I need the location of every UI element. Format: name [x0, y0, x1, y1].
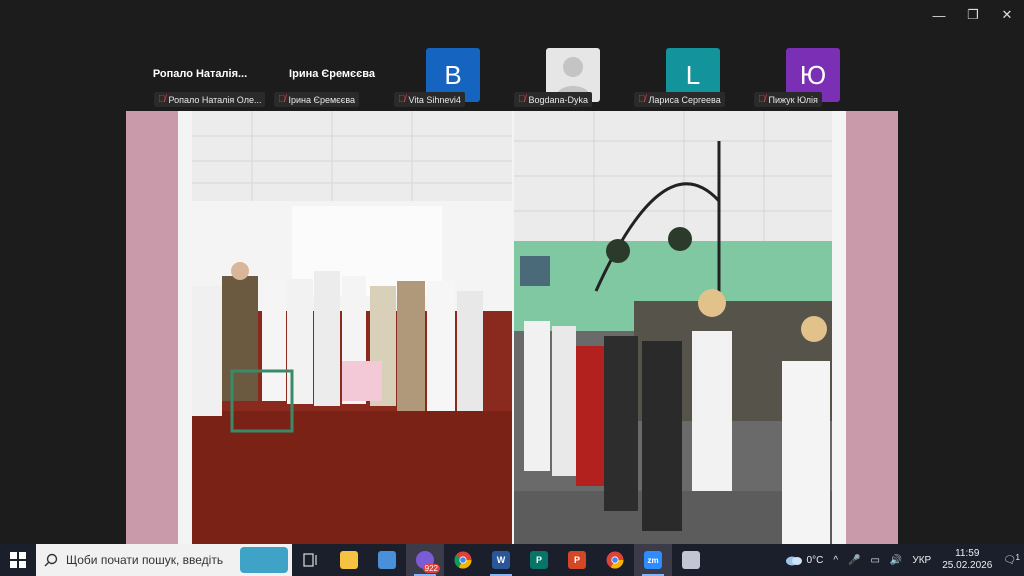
participant-label-text: Пижук Юлія: [768, 94, 818, 105]
participant-label: 🎙̸ Пижук Юлія: [754, 92, 822, 107]
chrome-button[interactable]: [444, 544, 482, 576]
search-highlight-icon: [240, 547, 288, 573]
search-placeholder: Щоби почати пошук, введіть: [66, 553, 224, 567]
network-icon[interactable]: ▭: [865, 555, 884, 566]
viber-button[interactable]: 922: [406, 544, 444, 576]
taskbar: Щоби почати пошук, введіть 922 W P P zm …: [0, 544, 1024, 576]
participant-label-text: Bogdana-Dyka: [528, 94, 589, 105]
zoom-icon: zm: [644, 551, 662, 569]
participant-display-name: Ропало Наталія...: [152, 68, 248, 80]
system-tray: 0°C ^ 🎤 ▭ 🔊 УКР 11:59 25.02.2026 🗨 1: [780, 544, 1024, 576]
restore-button[interactable]: ❐: [956, 0, 990, 30]
weather-widget[interactable]: 0°C: [780, 554, 829, 566]
search-icon: [44, 553, 58, 567]
desktop-app-button[interactable]: [368, 544, 406, 576]
publisher-button[interactable]: P: [520, 544, 558, 576]
start-button[interactable]: [0, 544, 36, 576]
participant-label-text: Лариса Сергеева: [648, 94, 721, 105]
task-view-icon: [303, 553, 317, 567]
notifications-button[interactable]: 🗨 1: [998, 552, 1024, 566]
clock-date: 25.02.2026: [942, 560, 993, 571]
file-explorer-button[interactable]: [330, 544, 368, 576]
participant-tile[interactable]: B 🎙̸ Vita Sihnevi4: [392, 46, 512, 110]
participant-label: 🎙̸ Ірина Єремєєва: [274, 92, 360, 107]
task-view-button[interactable]: [292, 544, 330, 576]
close-button[interactable]: ✕: [990, 0, 1024, 30]
volume-icon[interactable]: 🔊: [885, 555, 907, 566]
participant-display-name: Ірина Єремєєва: [289, 68, 375, 80]
window-controls: — ❐ ✕: [922, 0, 1024, 30]
group-photo-right: [514, 111, 832, 544]
participant-tile[interactable]: L 🎙̸ Лариса Сергеева: [632, 46, 752, 110]
mic-muted-icon: 🎙̸: [758, 94, 766, 105]
participant-label-text: Ірина Єремєєва: [288, 94, 356, 105]
participant-tile[interactable]: Ропало Наталія... 🎙̸ Ропало Наталія Оле.…: [140, 46, 266, 110]
participant-label-text: Vita Sihnevi4: [408, 94, 461, 105]
participant-tile[interactable]: Ірина Єремєєва 🎙̸ Ірина Єремєєва: [272, 46, 392, 110]
publisher-icon: P: [530, 551, 548, 569]
mic-muted-icon: 🎙̸: [158, 94, 166, 105]
participant-label: 🎙̸ Ропало Наталія Оле...: [154, 92, 266, 107]
clock-time: 11:59: [955, 548, 980, 559]
temperature: 0°C: [806, 554, 824, 566]
chrome-button-2[interactable]: [596, 544, 634, 576]
chrome-icon: [454, 551, 472, 569]
powerpoint-icon: P: [568, 551, 586, 569]
mic-muted-icon: 🎙̸: [398, 94, 406, 105]
mic-muted-icon: 🎙̸: [278, 94, 286, 105]
participant-label: 🎙̸ Vita Sihnevi4: [394, 92, 465, 107]
participant-tile[interactable]: Ю 🎙̸ Пижук Юлія: [752, 46, 872, 110]
app-button[interactable]: [672, 544, 710, 576]
microphone-icon[interactable]: 🎤: [843, 555, 865, 566]
word-icon: W: [492, 551, 510, 569]
word-button[interactable]: W: [482, 544, 520, 576]
laptop-icon: [378, 551, 396, 569]
notification-icon: 🗨: [1003, 554, 1016, 566]
clock[interactable]: 11:59 25.02.2026: [936, 548, 998, 572]
windows-icon: [10, 552, 26, 568]
participant-tile[interactable]: 🎙̸ Bogdana-Dyka: [512, 46, 632, 110]
show-hidden-icons-button[interactable]: ^: [828, 555, 843, 566]
powerpoint-button[interactable]: P: [558, 544, 596, 576]
chrome-icon: [606, 551, 624, 569]
taskbar-search[interactable]: Щоби почати пошук, введіть: [36, 544, 292, 576]
participant-strip: Ропало Наталія... 🎙̸ Ропало Наталія Оле.…: [0, 46, 1024, 110]
participant-label: 🎙̸ Лариса Сергеева: [634, 92, 725, 107]
group-photo-left: [192, 111, 512, 544]
language-indicator[interactable]: УКР: [907, 555, 936, 566]
zoom-button[interactable]: zm: [634, 544, 672, 576]
document-icon: [682, 551, 700, 569]
cloud-icon: [785, 556, 802, 566]
participant-label: 🎙̸ Bogdana-Dyka: [514, 92, 593, 107]
mic-muted-icon: 🎙̸: [638, 94, 646, 105]
viber-badge: 922: [422, 564, 440, 573]
notification-count: 1: [1015, 552, 1020, 562]
shared-screen: [126, 111, 898, 544]
minimize-button[interactable]: —: [922, 0, 956, 30]
participant-label-text: Ропало Наталія Оле...: [168, 94, 262, 105]
folder-icon: [340, 551, 358, 569]
mic-muted-icon: 🎙̸: [518, 94, 526, 105]
